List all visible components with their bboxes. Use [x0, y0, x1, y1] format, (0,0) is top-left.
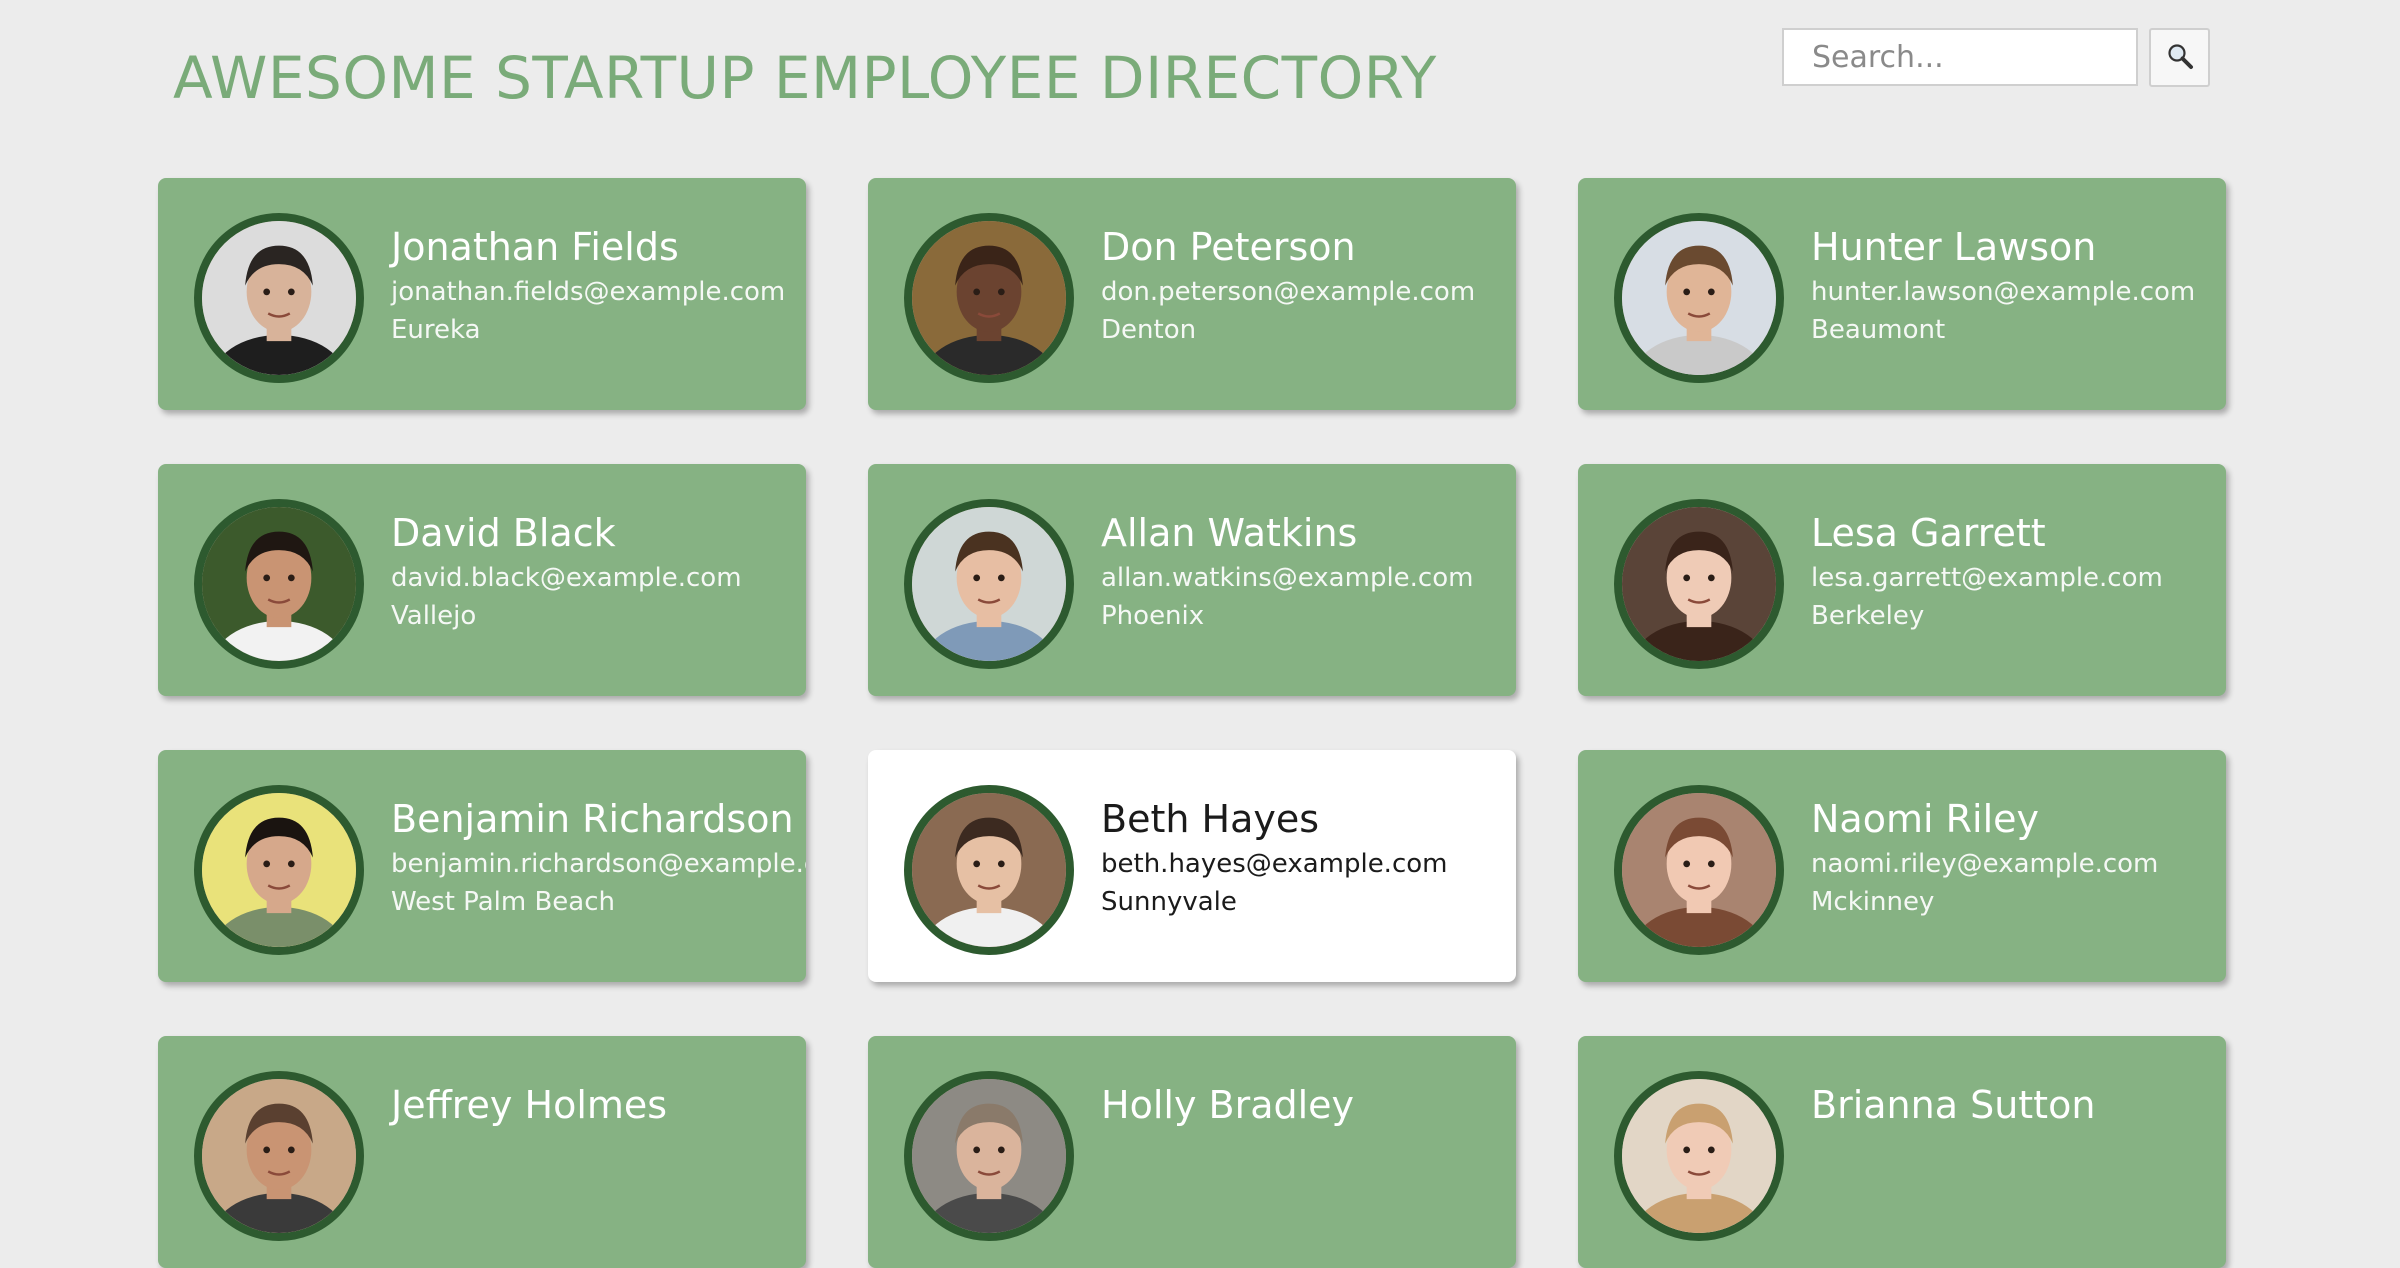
avatar-photo	[912, 793, 1066, 947]
employee-info: Beth Hayes beth.hayes@example.com Sunnyval…	[1101, 796, 1516, 920]
avatar-photo	[912, 221, 1066, 375]
employee-name: Benjamin Richardson	[391, 797, 794, 841]
employee-name: Jonathan Fields	[391, 225, 679, 269]
employee-email: jonathan.fields@example.com	[391, 277, 786, 307]
employee-city: Mckinney	[1811, 887, 1935, 917]
employee-avatar	[904, 499, 1074, 669]
employee-avatar	[194, 785, 364, 955]
employee-avatar	[1614, 1071, 1784, 1241]
employee-name: Allan Watkins	[1101, 511, 1358, 555]
employee-info: Jonathan Fields jonathan.fields@example.c…	[391, 224, 806, 348]
employee-card[interactable]: Jonathan Fields jonathan.fields@example.c…	[158, 178, 806, 410]
employee-avatar	[1614, 785, 1784, 955]
avatar-photo	[1622, 507, 1776, 661]
employee-info: Holly Bradley	[1101, 1082, 1516, 1132]
employee-email: allan.watkins@example.com	[1101, 563, 1474, 593]
avatar-photo	[912, 1079, 1066, 1233]
employee-info: Allan Watkins allan.watkins@example.com Ph…	[1101, 510, 1516, 634]
employee-card[interactable]: Brianna Sutton	[1578, 1036, 2226, 1268]
employee-info: Hunter Lawson hunter.lawson@example.com Be…	[1811, 224, 2226, 348]
employee-avatar	[194, 213, 364, 383]
employee-info: Lesa Garrett lesa.garrett@example.com Berk…	[1811, 510, 2226, 634]
employee-city: West Palm Beach	[391, 887, 615, 917]
avatar-photo	[1622, 221, 1776, 375]
employee-name: Jeffrey Holmes	[391, 1083, 668, 1127]
employee-card[interactable]: Don Peterson don.peterson@example.com Dent…	[868, 178, 1516, 410]
avatar-photo	[1622, 793, 1776, 947]
employee-avatar	[194, 499, 364, 669]
employee-name: Lesa Garrett	[1811, 511, 2046, 555]
employee-email: david.black@example.com	[391, 563, 742, 593]
employee-email: naomi.riley@example.com	[1811, 849, 2159, 879]
employee-info: Don Peterson don.peterson@example.com Dent…	[1101, 224, 1516, 348]
employee-avatar	[1614, 499, 1784, 669]
page-title: AWESOME STARTUP EMPLOYEE DIRECTORY	[173, 44, 1437, 112]
employee-info: Benjamin Richardson benjamin.richardson@e…	[391, 796, 806, 920]
employee-card[interactable]: Beth Hayes beth.hayes@example.com Sunnyval…	[868, 750, 1516, 982]
employee-info: Jeffrey Holmes	[391, 1082, 806, 1132]
employee-avatar	[904, 213, 1074, 383]
employee-card[interactable]: Benjamin Richardson benjamin.richardson@e…	[158, 750, 806, 982]
employee-name: Hunter Lawson	[1811, 225, 2097, 269]
avatar-photo	[1622, 1079, 1776, 1233]
employee-name: Don Peterson	[1101, 225, 1356, 269]
employee-name: David Black	[391, 511, 616, 555]
employee-card[interactable]: David Black david.black@example.com Vallej…	[158, 464, 806, 696]
employee-card[interactable]: Holly Bradley	[868, 1036, 1516, 1268]
avatar-photo	[202, 221, 356, 375]
employee-name: Beth Hayes	[1101, 797, 1320, 841]
employee-city: Sunnyvale	[1101, 887, 1237, 917]
employee-card[interactable]: Allan Watkins allan.watkins@example.com Ph…	[868, 464, 1516, 696]
employee-city: Phoenix	[1101, 601, 1205, 631]
employee-avatar	[904, 1071, 1074, 1241]
employee-avatar	[194, 1071, 364, 1241]
employee-card[interactable]: Hunter Lawson hunter.lawson@example.com Be…	[1578, 178, 2226, 410]
employee-info: Brianna Sutton	[1811, 1082, 2226, 1132]
employee-email: beth.hayes@example.com	[1101, 849, 1448, 879]
employee-info: David Black david.black@example.com Vallej…	[391, 510, 806, 634]
search-icon	[2165, 41, 2195, 74]
employee-avatar	[1614, 213, 1784, 383]
employee-name: Brianna Sutton	[1811, 1083, 2096, 1127]
employee-city: Berkeley	[1811, 601, 1925, 631]
avatar-photo	[202, 507, 356, 661]
employee-info: Naomi Riley naomi.riley@example.com Mckinn…	[1811, 796, 2226, 920]
avatar-photo	[912, 507, 1066, 661]
avatar-photo	[202, 1079, 356, 1233]
employee-name: Naomi Riley	[1811, 797, 2039, 841]
employee-email: lesa.garrett@example.com	[1811, 563, 2163, 593]
search-button[interactable]	[2149, 28, 2210, 87]
employee-email: don.peterson@example.com	[1101, 277, 1476, 307]
employee-card[interactable]: Jeffrey Holmes	[158, 1036, 806, 1268]
employee-email: hunter.lawson@example.com	[1811, 277, 2196, 307]
employee-city: Eureka	[391, 315, 481, 345]
employee-card[interactable]: Lesa Garrett lesa.garrett@example.com Berk…	[1578, 464, 2226, 696]
employee-avatar	[904, 785, 1074, 955]
search-input[interactable]	[1782, 28, 2138, 86]
employee-name: Holly Bradley	[1101, 1083, 1355, 1127]
employee-city: Vallejo	[391, 601, 477, 631]
employee-city: Denton	[1101, 315, 1197, 345]
employee-email: benjamin.richardson@example.com	[391, 849, 806, 879]
avatar-photo	[202, 793, 356, 947]
employee-city: Beaumont	[1811, 315, 1946, 345]
employee-grid: Jonathan Fields jonathan.fields@example.c…	[158, 178, 2230, 1268]
employee-card[interactable]: Naomi Riley naomi.riley@example.com Mckinn…	[1578, 750, 2226, 982]
